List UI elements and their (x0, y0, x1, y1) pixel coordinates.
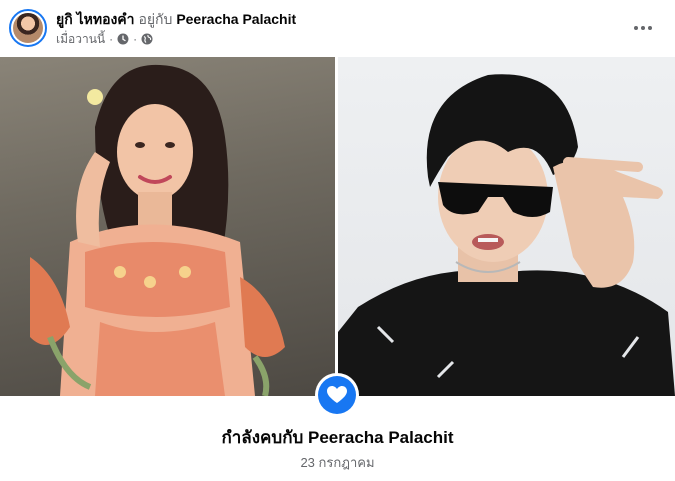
right-photo[interactable] (338, 57, 675, 396)
more-options-icon[interactable] (629, 14, 657, 42)
avatar-image (13, 13, 43, 43)
header-text: ยูกิ ไหทองคำ อยู่กับ Peeracha Palachit เ… (56, 10, 615, 47)
heart-icon (318, 376, 356, 414)
left-photo-illustration (30, 64, 285, 396)
tagged-person-name[interactable]: Peeracha Palachit (176, 11, 296, 27)
relationship-title[interactable]: กำลังคบกับ Peeracha Palachit (0, 427, 675, 449)
post-card: ยูกิ ไหทองคำ อยู่กับ Peeracha Palachit เ… (0, 0, 675, 481)
post-header: ยูกิ ไหทองคำ อยู่กับ Peeracha Palachit เ… (0, 0, 675, 57)
clock-icon (117, 33, 129, 45)
heart-badge (315, 373, 359, 417)
life-event-caption: กำลังคบกับ Peeracha Palachit 23 กรกฎาคม (0, 427, 675, 471)
meta-separator: · (109, 32, 114, 46)
author-name[interactable]: ยูกิ ไหทองคำ (56, 11, 135, 27)
left-photo[interactable] (0, 57, 335, 396)
globe-icon[interactable] (141, 33, 153, 45)
with-text: อยู่กับ (138, 11, 173, 27)
post-timestamp[interactable]: เมื่อวานนี้ (56, 31, 105, 47)
header-title-line: ยูกิ ไหทองคำ อยู่กับ Peeracha Palachit (56, 10, 615, 28)
meta-separator: · (133, 32, 138, 46)
photo-collage (0, 57, 675, 396)
event-date: 23 กรกฎาคม (300, 455, 375, 470)
author-avatar[interactable] (9, 9, 47, 47)
header-meta-line: เมื่อวานนี้ · · (56, 31, 615, 47)
right-photo-illustration (338, 74, 675, 396)
